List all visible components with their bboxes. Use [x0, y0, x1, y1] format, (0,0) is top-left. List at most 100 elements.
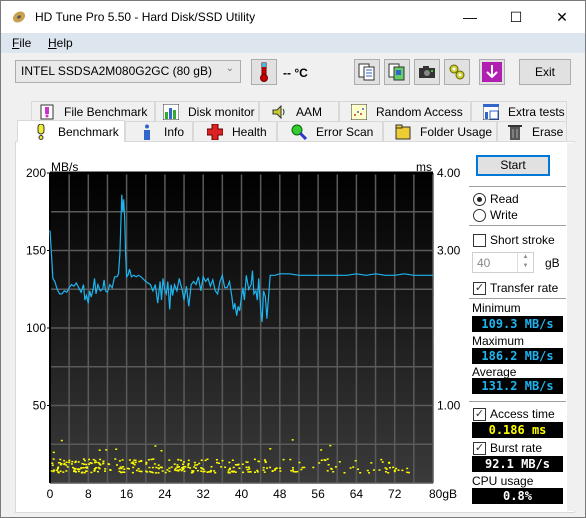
access-time-dot — [381, 461, 384, 463]
access-time-dot — [160, 466, 163, 469]
access-time-dot — [406, 467, 409, 470]
access-time-dot — [292, 469, 294, 471]
app-disk-icon — [12, 11, 26, 23]
access-time-dot — [329, 444, 332, 447]
access-time-dot — [85, 463, 88, 466]
y-axis-unit-left: MB/s — [51, 161, 78, 174]
checkmark-icon: ✓ — [473, 441, 486, 455]
access-time-dot — [57, 462, 60, 464]
access-time-dot — [242, 471, 245, 474]
burst-rate-checkbox[interactable]: ✓ Burst rate — [473, 441, 542, 455]
tab-file-benchmark[interactable]: File Benchmark — [31, 101, 155, 121]
x-tick-label: 40 — [235, 487, 249, 501]
access-time-dot — [164, 471, 167, 474]
access-time-dot — [132, 462, 135, 465]
menu-help[interactable]: Help — [48, 36, 73, 50]
tab-aam[interactable]: AAM — [259, 101, 339, 121]
tab-folder-usage[interactable]: Folder Usage — [383, 121, 497, 141]
tab-error-scan[interactable]: Error Scan — [277, 121, 383, 141]
maximum-value: 186.2 MB/s — [472, 348, 563, 364]
access-time-dot — [220, 466, 223, 468]
access-time-dot — [122, 471, 125, 473]
access-time-dot — [109, 469, 112, 471]
access-time-dot — [289, 458, 292, 461]
drive-select[interactable]: INTEL SSDSA2M080G2GC (80 gB) ⌄ — [15, 60, 241, 83]
minimize-button[interactable]: — — [447, 1, 493, 33]
exit-button[interactable]: Exit — [519, 59, 571, 85]
access-time-dot — [195, 467, 197, 469]
tab-disk-monitor[interactable]: Disk monitor — [155, 101, 259, 121]
start-button[interactable]: Start — [476, 155, 550, 176]
access-time-dot — [176, 464, 179, 466]
menu-file[interactable]: File — [12, 36, 31, 50]
access-time-dot — [123, 468, 126, 470]
tab-health[interactable]: Health — [193, 121, 277, 141]
close-icon: ✕ — [556, 8, 568, 25]
benchmark-chart: 200 150 100 50 4.00 3.00 1.00 MB/s ms 0 8 16 24 32 40 4… — [26, 161, 461, 501]
tab-info[interactable]: Info — [125, 121, 193, 141]
tab-extra-tests[interactable]: Extra tests — [471, 101, 567, 121]
copy-text-button[interactable] — [354, 59, 380, 85]
read-radio[interactable]: Read — [473, 192, 519, 206]
maximize-icon: ☐ — [509, 8, 523, 25]
save-button[interactable] — [479, 59, 505, 85]
access-time-dot — [291, 439, 294, 441]
options-button[interactable] — [444, 59, 470, 85]
access-time-dot — [62, 471, 65, 473]
disk-monitor-icon — [162, 103, 180, 120]
access-time-dot — [279, 470, 282, 472]
short-stroke-spinner[interactable]: 40 ▲ ▼ — [472, 252, 534, 273]
temperature-value: -- °C — [283, 66, 308, 80]
access-time-dot — [131, 461, 134, 463]
copy-image-button[interactable] — [384, 59, 410, 85]
access-time-dot — [192, 470, 195, 472]
access-time-dot — [271, 470, 274, 472]
access-time-dot — [407, 471, 410, 474]
tab-random-access[interactable]: Random Access — [339, 101, 471, 121]
spinner-arrows-icon[interactable]: ▲ ▼ — [517, 253, 533, 272]
access-time-dot — [246, 461, 249, 463]
access-time-dot — [215, 459, 218, 461]
app-window: HD Tune Pro 5.50 - Hard Disk/SSD Utility… — [0, 0, 586, 518]
access-time-dot — [104, 468, 107, 470]
access-time-dot — [121, 459, 124, 461]
transfer-rate-checkbox[interactable]: ✓ Transfer rate — [473, 281, 558, 295]
access-time-dot — [59, 463, 62, 466]
access-time-dot — [59, 470, 62, 472]
access-time-dot — [128, 468, 130, 470]
access-time-dot — [55, 469, 58, 472]
access-time-dot — [324, 459, 327, 462]
tab-label: Erase — [532, 124, 564, 139]
access-time-dot — [254, 471, 256, 473]
access-time-dot — [227, 469, 230, 471]
short-stroke-checkbox[interactable]: Short stroke — [473, 233, 555, 247]
access-time-dot — [200, 467, 203, 469]
access-time-dot — [262, 466, 265, 469]
close-button[interactable]: ✕ — [539, 1, 585, 33]
burst-rate-label: Burst rate — [490, 441, 543, 455]
access-time-dot — [326, 470, 329, 472]
extra-tests-icon — [482, 103, 500, 120]
access-time-dot — [247, 466, 250, 468]
access-time-dot — [133, 459, 136, 461]
access-time-dot — [388, 461, 391, 464]
maximize-button[interactable]: ☐ — [493, 1, 539, 33]
access-time-checkbox[interactable]: ✓ Access time — [473, 407, 555, 421]
y-tick-label-right: 3.00 — [437, 244, 461, 258]
download-arrow-icon — [482, 62, 502, 82]
access-time-dot — [83, 459, 86, 462]
access-time-dot — [95, 467, 98, 469]
access-time-dot — [52, 458, 55, 460]
access-time-dot — [193, 466, 196, 468]
access-time-dot — [176, 466, 179, 468]
write-radio[interactable]: Write — [473, 208, 518, 222]
tab-erase[interactable]: Erase — [497, 121, 567, 141]
access-time-dot — [140, 470, 143, 473]
screenshot-button[interactable] — [414, 59, 440, 85]
tab-benchmark[interactable]: Benchmark — [17, 120, 125, 142]
access-time-dot — [334, 466, 337, 468]
x-tick-label: 56 — [311, 487, 325, 501]
access-time-dot — [160, 450, 163, 452]
temperature-button[interactable] — [251, 59, 277, 85]
access-time-dot — [53, 469, 56, 471]
